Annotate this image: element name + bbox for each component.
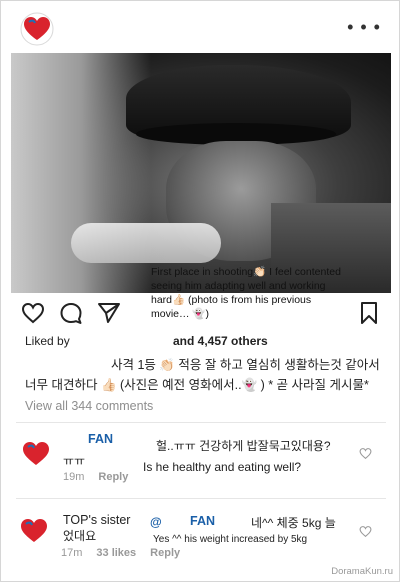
post-caption: 사격 1등 👏🏻 적응 잘 하고 열심히 생활하는것 같아서 너무 대견하다 👍… (25, 355, 385, 395)
comment-like-heart-icon[interactable] (359, 447, 372, 460)
share-send-icon[interactable] (97, 301, 121, 325)
post-actions (21, 301, 381, 327)
comment-text-ko-cont: ㅠㅠ (63, 454, 86, 468)
comment-avatar-heart[interactable] (19, 515, 49, 545)
comment-text-ko: 네^^ 체중 5kg 늘 (251, 516, 336, 530)
more-options-icon[interactable]: • • • (347, 18, 381, 36)
comment-time: 17m (61, 547, 83, 559)
reply-button[interactable]: Reply (150, 547, 180, 559)
like-heart-icon[interactable] (21, 301, 45, 325)
comment-time: 19m (63, 471, 85, 483)
comment-icon[interactable] (59, 301, 83, 325)
comment-text-ko: 헐..ㅠㅠ 건강하게 밥잘묵고있대용? (156, 439, 331, 453)
mention-fan[interactable]: FAN (190, 513, 215, 529)
reply-button[interactable]: Reply (98, 471, 128, 483)
likes-count[interactable]: and 4,457 others (173, 334, 268, 348)
comment-meta: 17m 33 likes Reply (61, 547, 180, 559)
comment-author-fan[interactable]: FAN (88, 431, 113, 447)
mention-at[interactable]: @ (150, 514, 162, 530)
comment-text-ko-cont: 었대요 (63, 529, 97, 543)
divider (16, 422, 386, 423)
caption-ko-line2: 너무 대견하다 👍🏻 (사진은 예전 영화에서..👻 ) * 곧 사라질 게시물… (25, 378, 369, 392)
bookmark-icon[interactable] (357, 301, 381, 325)
view-all-comments-link[interactable]: View all 344 comments (25, 399, 153, 413)
comment-meta: 19m Reply (63, 471, 128, 483)
caption-ko-line1: 사격 1등 👏🏻 적응 잘 하고 열심히 생활하는것 같아서 (111, 358, 380, 372)
comment-like-heart-icon[interactable] (359, 525, 372, 538)
instagram-post: • • • First place in shooting👏🏻 I feel c… (0, 0, 400, 582)
liked-by-label: Liked by (25, 334, 70, 348)
likes-summary: Liked by and 4,457 others (25, 334, 268, 348)
divider (16, 498, 386, 499)
caption-line: First place in shooting👏🏻 I feel content… (151, 266, 341, 278)
comment-likes[interactable]: 33 likes (96, 547, 136, 559)
post-photo[interactable] (11, 53, 391, 293)
comment-translation: Is he healthy and eating well? (143, 460, 302, 474)
comment-avatar-heart[interactable] (21, 438, 51, 468)
profile-avatar-heart[interactable] (20, 12, 54, 46)
watermark: DoramaKun.ru (331, 566, 393, 577)
photo-rifle (71, 223, 221, 263)
comment-author[interactable]: TOP's sister (63, 512, 130, 528)
caption-line: seeing him adapting well and working (151, 280, 326, 292)
comment-translation: Yes ^^ his weight increased by 5kg (153, 534, 308, 545)
